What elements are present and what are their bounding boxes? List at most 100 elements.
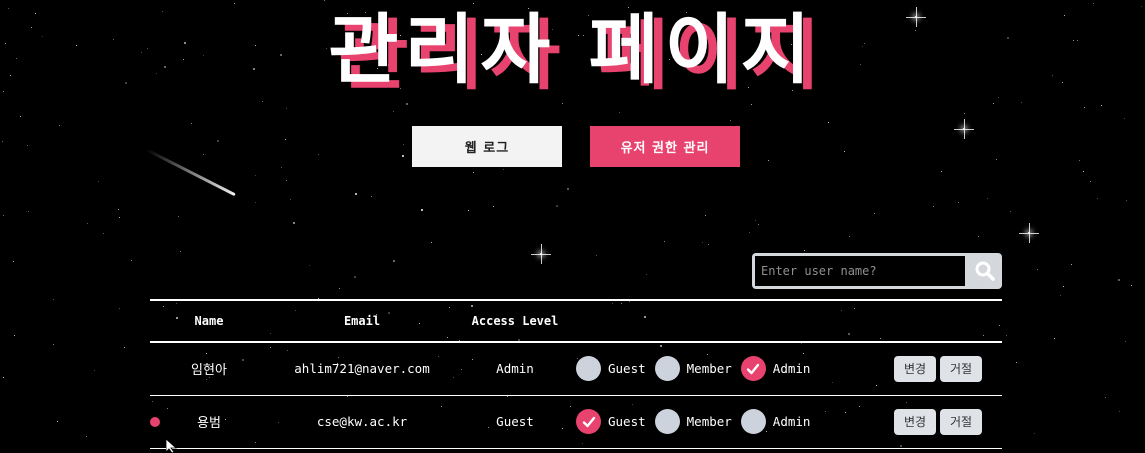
star (844, 151, 845, 152)
user-table: Name Email Access Level 임현아 ahlim721@nave… (150, 299, 1002, 449)
star (371, 196, 372, 197)
star (94, 370, 95, 371)
star (318, 154, 319, 155)
star (978, 236, 979, 237)
change-button[interactable]: 변경 (894, 408, 936, 435)
star (281, 167, 282, 168)
star (28, 211, 29, 212)
actions-cell: 변경 거절 (874, 395, 1002, 448)
star (1054, 338, 1055, 339)
star (1034, 433, 1035, 434)
radio-circle[interactable] (740, 356, 766, 382)
star (20, 116, 21, 117)
star (749, 232, 750, 233)
star (768, 160, 769, 161)
check-icon (582, 416, 595, 427)
star (556, 205, 558, 207)
header-empty (574, 300, 874, 342)
star (285, 139, 286, 140)
star (131, 260, 132, 261)
star (290, 199, 291, 200)
star (804, 250, 805, 251)
star (27, 145, 28, 146)
star (1119, 411, 1120, 412)
radio-admin[interactable]: Admin (740, 356, 811, 382)
star (758, 224, 759, 225)
sparkle (1019, 223, 1039, 243)
change-button[interactable]: 변경 (894, 355, 936, 382)
search-input[interactable] (755, 256, 965, 286)
star (286, 180, 287, 181)
user-name: 임현아 (191, 363, 227, 379)
web-log-button[interactable]: 웹 로그 (412, 126, 562, 167)
radio-circle[interactable] (576, 409, 601, 434)
star (987, 198, 988, 199)
star (180, 251, 181, 252)
radio-circle[interactable] (576, 356, 601, 382)
star (619, 112, 620, 113)
star (874, 213, 875, 214)
star (403, 144, 404, 145)
sparkle (531, 244, 551, 264)
star (996, 159, 997, 160)
star (702, 242, 703, 243)
radio-member[interactable]: Member (654, 409, 732, 434)
access-level: Guest (496, 414, 534, 429)
radio-circle[interactable] (654, 409, 680, 434)
star (828, 122, 829, 123)
row-selected-indicator (150, 416, 160, 427)
user-name-cell: 임현아 (150, 342, 268, 395)
star (293, 222, 295, 224)
search-icon (975, 261, 995, 281)
user-email: cse@kw.ac.kr (316, 414, 408, 429)
reject-button[interactable]: 거절 (940, 408, 982, 435)
radio-circle[interactable] (654, 356, 680, 382)
star (958, 202, 959, 203)
star (103, 233, 104, 234)
star (1131, 285, 1132, 286)
radio-label: Admin (772, 361, 811, 377)
star (87, 223, 88, 224)
search-button[interactable] (968, 253, 1002, 289)
star (993, 103, 994, 104)
star (503, 169, 504, 170)
star (1060, 295, 1061, 296)
star (3, 215, 4, 216)
star (57, 421, 58, 422)
star (393, 260, 395, 262)
user-permissions-button[interactable]: 유저 권한 관리 (590, 126, 740, 167)
star (1063, 286, 1064, 287)
star (98, 181, 99, 182)
star (2, 141, 3, 142)
star (13, 261, 14, 262)
star (402, 155, 404, 157)
star (1125, 341, 1126, 342)
star (1083, 171, 1084, 172)
star (1016, 362, 1017, 363)
star (431, 242, 432, 243)
user-email: ahlim721@naver.com (294, 361, 430, 377)
access-level: Admin (496, 361, 534, 377)
access-radio-group: Guest Member Admin (574, 342, 874, 395)
radio-admin[interactable]: Admin (740, 409, 811, 434)
header-empty (874, 300, 1002, 342)
radio-guest[interactable]: Guest (576, 356, 646, 382)
header-access-level: Access Level (471, 314, 559, 328)
radio-member[interactable]: Member (654, 356, 732, 382)
star (1101, 105, 1102, 106)
star (309, 265, 310, 266)
star (118, 209, 119, 210)
radio-circle[interactable] (740, 409, 766, 434)
star (119, 308, 120, 309)
radio-guest[interactable]: Guest (576, 409, 646, 434)
radio-label: Guest (608, 361, 646, 377)
star (1079, 160, 1080, 161)
radio-label: Member (686, 361, 732, 377)
reject-button[interactable]: 거절 (940, 355, 982, 382)
star (664, 241, 665, 242)
star (59, 125, 60, 126)
radio-label: Admin (772, 414, 811, 429)
star (178, 216, 179, 217)
star (473, 172, 474, 173)
radio-label: Guest (608, 414, 646, 429)
